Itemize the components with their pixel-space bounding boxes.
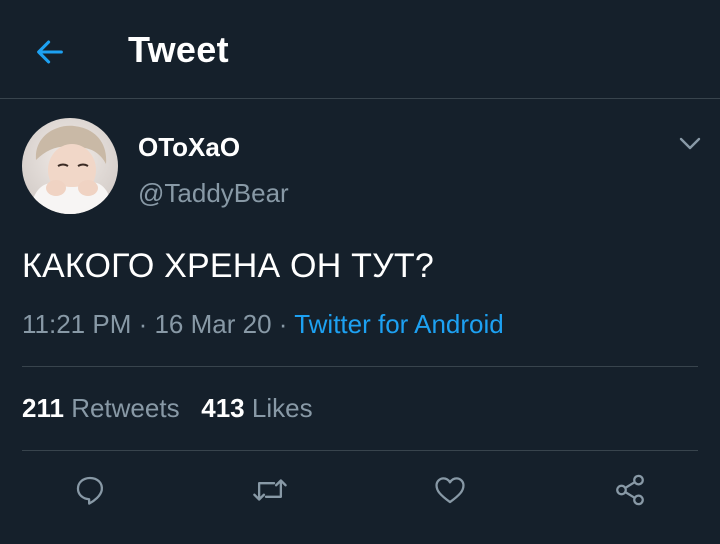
retweets-count: 211: [22, 393, 64, 423]
tweet-time: 11:21 PM: [22, 309, 132, 339]
meta-separator: ·: [271, 309, 295, 339]
likes-stat[interactable]: 413 Likes: [201, 393, 312, 423]
user-avatar-icon: [22, 118, 118, 214]
tweet-text: КАКОГО ХРЕНА ОН ТУТ?: [22, 247, 434, 285]
like-button[interactable]: [428, 468, 472, 512]
likes-label: Likes: [251, 393, 313, 423]
author-display-name[interactable]: OToXaO: [138, 130, 240, 164]
tweet-options-button[interactable]: [672, 128, 708, 160]
author-handle: @TaddyBear: [138, 178, 289, 208]
divider: [22, 450, 698, 451]
likes-count: 413: [201, 393, 245, 423]
retweet-button[interactable]: [248, 468, 292, 512]
tweet-date: 16 Mar 20: [154, 309, 272, 339]
app-header: Tweet: [0, 0, 720, 99]
reply-icon: [76, 476, 103, 505]
retweets-label: Retweets: [71, 393, 180, 423]
tweet-detail-screen: Tweet OToXaO @TaddyBear КАКОГО ХРЕНА ОН …: [0, 0, 720, 544]
tweet-action-bar: [0, 462, 720, 518]
share-icon: [616, 474, 644, 506]
arrow-left-icon: [37, 40, 63, 64]
divider: [22, 366, 698, 367]
meta-separator: ·: [131, 309, 155, 339]
retweet-icon: [253, 479, 287, 501]
tweet-source-link[interactable]: Twitter for Android: [294, 309, 504, 339]
chevron-down-icon: [679, 137, 701, 150]
reply-button[interactable]: [68, 468, 112, 512]
avatar[interactable]: [22, 118, 118, 214]
share-button[interactable]: [608, 468, 652, 512]
tweet-stats: 211 Retweets 413 Likes: [22, 390, 313, 426]
like-heart-icon: [435, 477, 465, 504]
back-button[interactable]: [28, 30, 72, 74]
retweets-stat[interactable]: 211 Retweets: [22, 393, 180, 423]
page-title: Tweet: [128, 29, 229, 70]
tweet-meta: 11:21 PM · 16 Mar 20 · Twitter for Andro…: [22, 306, 504, 342]
